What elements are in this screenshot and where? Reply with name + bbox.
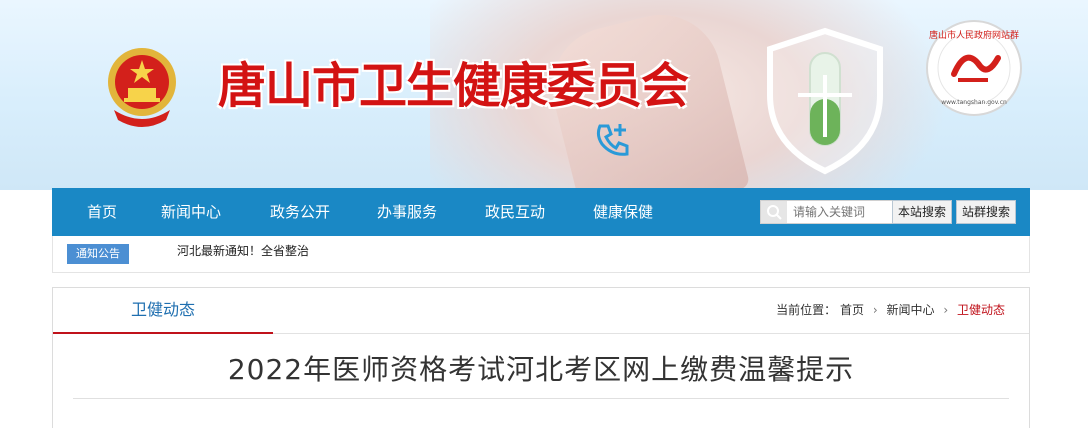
breadcrumb-home[interactable]: 首页 <box>840 303 864 317</box>
svg-text:www.tangshan.gov.cn: www.tangshan.gov.cn <box>941 99 1007 106</box>
notice-link[interactable]: 河北最新通知！全省整治 <box>177 236 309 266</box>
breadcrumb-prefix: 当前位置： <box>776 303 837 317</box>
site-search-button[interactable]: 本站搜索 <box>892 200 952 224</box>
breadcrumb-separator-icon: › <box>943 303 949 317</box>
notice-tag: 通知公告 <box>67 244 129 264</box>
notice-bar: 通知公告 河北最新通知！全省整治 <box>52 236 1030 273</box>
nav-item-services[interactable]: 办事服务 <box>362 188 452 236</box>
breadcrumb-separator-icon: › <box>872 303 878 317</box>
nav-item-health[interactable]: 健康保健 <box>578 188 668 236</box>
panel-divider <box>273 333 1029 334</box>
shield-capsule-icon <box>767 27 883 175</box>
nav-item-home[interactable]: 首页 <box>57 188 147 236</box>
breadcrumb-current[interactable]: 卫健动态 <box>957 303 1005 317</box>
nav-item-gov-info[interactable]: 政务公开 <box>255 188 345 236</box>
nav-item-interact[interactable]: 政民互动 <box>470 188 560 236</box>
search-icon[interactable] <box>761 201 787 223</box>
site-banner: 唐山市卫生健康委员会 唐山市人民政府网站群 www.tangshan.gov.c… <box>0 0 1088 190</box>
group-search-button[interactable]: 站群搜索 <box>956 200 1016 224</box>
phone-icon <box>596 124 629 156</box>
article-panel: 卫健动态 当前位置： 首页 › 新闻中心 › 卫健动态 2022年医师资格考试河… <box>52 287 1030 428</box>
title-divider <box>73 398 1009 399</box>
nav-item-news[interactable]: 新闻中心 <box>146 188 236 236</box>
tab-health-news[interactable]: 卫健动态 <box>53 288 273 334</box>
national-emblem-icon <box>108 48 176 127</box>
site-title[interactable]: 唐山市卫生健康委员会 <box>218 56 689 116</box>
svg-text:唐山市人民政府网站群: 唐山市人民政府网站群 <box>929 29 1019 41</box>
article-title: 2022年医师资格考试河北考区网上缴费温馨提示 <box>227 353 855 386</box>
site-group-seal-logo[interactable]: 唐山市人民政府网站群 www.tangshan.gov.cn <box>924 18 1024 118</box>
main-nav: 首页 新闻中心 政务公开 办事服务 政民互动 健康保健 本站搜索 站群搜索 <box>52 188 1030 236</box>
breadcrumb: 当前位置： 首页 › 新闻中心 › 卫健动态 <box>776 288 1005 332</box>
breadcrumb-news[interactable]: 新闻中心 <box>887 303 935 317</box>
